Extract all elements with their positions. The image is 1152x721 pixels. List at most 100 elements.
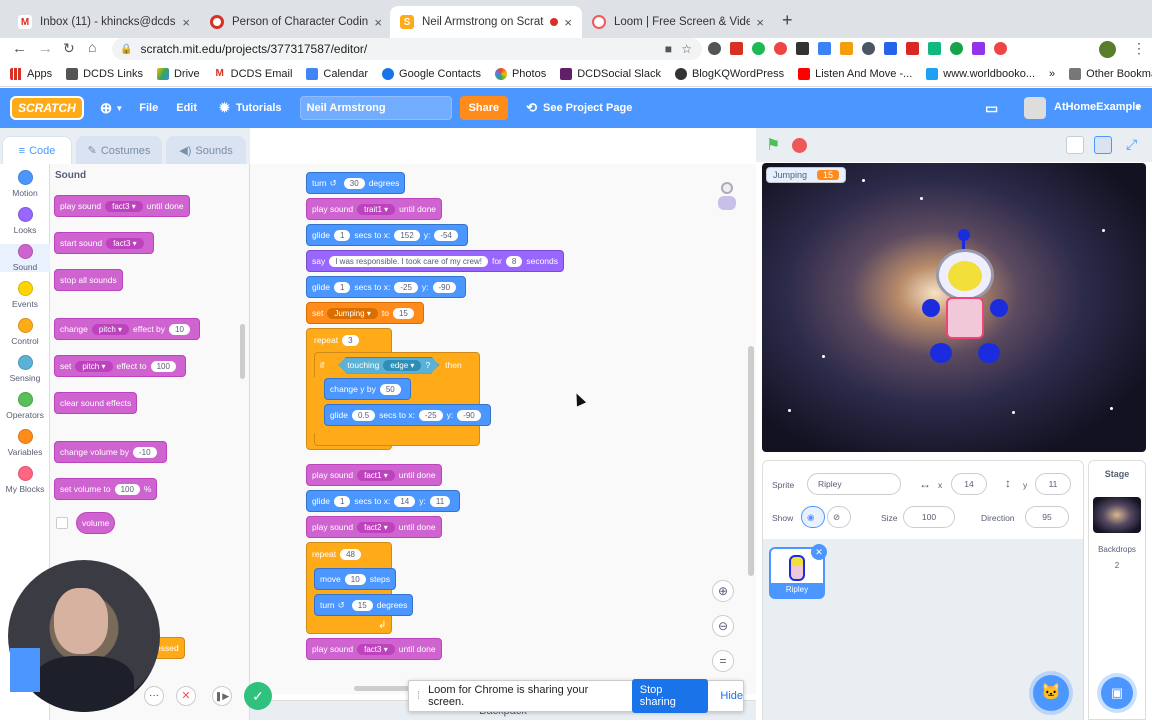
block-play-sound-fact2[interactable]: play sound fact2 ▾ until done [306,516,442,538]
hide-button[interactable]: Hide [720,690,743,702]
share-button[interactable]: Share [459,96,509,120]
back-icon[interactable]: ← [12,40,27,57]
close-icon[interactable]: × [374,15,382,30]
bookmark-apps[interactable]: Apps [10,68,52,80]
add-sprite-icon[interactable]: 🐱 [1033,675,1069,711]
category-operators[interactable]: Operators [0,392,50,420]
loom-pause-icon[interactable]: ❚▶ [212,686,232,706]
stop-sharing-button[interactable]: Stop sharing [631,679,709,713]
number-input[interactable]: 11 [429,495,451,507]
extension-icon[interactable] [994,42,1007,55]
block-touching[interactable]: touching edge ▾? [338,357,439,374]
number-input[interactable]: -90 [457,409,481,421]
category-variables[interactable]: Variables [0,429,50,457]
close-icon[interactable]: × [182,15,190,30]
number-input[interactable]: -25 [419,409,443,421]
bookmark-worldbook[interactable]: www.worldbooko... [926,68,1035,80]
tab-sounds[interactable]: ◀) Sounds [166,136,246,164]
bookmark-blog[interactable]: BlogKQWordPress [674,68,784,80]
x-input[interactable]: 14 [951,473,987,495]
block-play-sound-fact1[interactable]: play sound fact1 ▾ until done [306,464,442,486]
stop-icon[interactable] [792,138,807,153]
tab-costumes[interactable]: ✎ Costumes [76,136,162,164]
show-hidden-button[interactable]: ⊘ [827,506,851,528]
number-input[interactable]: 8 [505,255,523,267]
palette-reporter-volume[interactable]: volume [76,512,116,534]
sound-dropdown[interactable]: fact3 ▾ [357,643,395,655]
loom-cancel-icon[interactable]: ✕ [176,686,196,706]
sound-dropdown[interactable]: fact2 ▾ [357,521,395,533]
palette-scrollbar[interactable] [240,324,245,379]
close-icon[interactable]: × [564,15,572,30]
large-stage-icon[interactable] [1094,136,1112,154]
bookmark-photos[interactable]: Photos [494,68,546,80]
palette-block-stop-all-sounds[interactable]: stop all sounds [54,269,123,291]
block-play-sound-trait1[interactable]: play sound trait1 ▾ until done [306,198,443,220]
block-glide-4[interactable]: glide 1 secs to x: 14 y: 11 [306,490,461,512]
block-turn[interactable]: turn ↺ 30 degrees [306,172,406,194]
block-glide-2[interactable]: glide 1 secs to x: -25 y: -90 [306,276,467,298]
number-input[interactable]: 100 [150,360,176,372]
loom-more-icon[interactable]: ··· [144,686,164,706]
palette-block-start-sound[interactable]: start sound fact3 ▾ [54,232,154,254]
number-input[interactable]: 0.5 [351,409,376,421]
number-input[interactable]: 1 [333,495,351,507]
extension-icon[interactable] [774,42,787,55]
palette-block-play-sound[interactable]: play sound fact3 ▾ until done [54,195,190,217]
category-motion[interactable]: Motion [0,170,50,198]
direction-input[interactable]: 95 [1025,506,1069,528]
category-sound[interactable]: Sound [0,244,50,272]
variable-dropdown[interactable]: Jumping ▾ [327,307,378,319]
bookmark-listen[interactable]: Listen And Move -... [798,68,912,80]
reload-icon[interactable]: ↻ [63,40,75,57]
delete-sprite-icon[interactable]: ✕ [811,544,827,560]
number-input[interactable]: 152 [394,229,420,241]
number-input[interactable]: 1 [333,281,351,293]
extension-icon[interactable] [884,42,897,55]
browser-tab-scratch[interactable]: S Neil Armstrong on Scratch × [390,6,582,38]
fullscreen-icon[interactable]: ⤢ [1126,136,1137,153]
show-visible-button[interactable]: ◉ [801,506,825,528]
edit-menu[interactable]: Edit [176,102,197,114]
drag-handle-icon[interactable]: ⁞ [417,690,420,702]
bookmark-slack[interactable]: DCDSocial Slack [560,68,661,80]
number-input[interactable]: 15 [392,307,414,319]
close-icon[interactable]: × [756,15,764,30]
script-scrollbar-v[interactable] [748,346,754,576]
extension-icon[interactable] [818,42,831,55]
category-my-blocks[interactable]: My Blocks [0,466,50,494]
new-tab-icon[interactable]: + [782,10,793,31]
number-input[interactable]: 50 [379,383,401,395]
kebab-menu-icon[interactable]: ⋮ [1132,40,1146,57]
number-input[interactable]: 15 [351,599,373,611]
camera-icon[interactable]: ■ [665,42,672,56]
block-turn-2[interactable]: turn ↺ 15 degrees [314,594,414,616]
extension-icon[interactable] [906,42,919,55]
green-flag-icon[interactable]: ⚑ [766,135,780,155]
number-input[interactable]: 10 [169,323,190,335]
bookmark-drive[interactable]: Drive [156,68,200,80]
extension-icon[interactable] [730,42,743,55]
block-glide-3[interactable]: glide 0.5 secs to x: -25 y: -90 [324,404,491,426]
block-set-variable[interactable]: set Jumping ▾ to 15 [306,302,424,324]
forward-icon[interactable]: → [38,40,53,57]
bookmark-other[interactable]: Other Bookmarks [1069,68,1152,80]
text-input[interactable]: I was responsible. I took care of my cre… [329,255,488,267]
category-looks[interactable]: Looks [0,207,50,235]
block-glide-1[interactable]: glide 1 secs to x: 152 y: -54 [306,224,468,246]
my-stuff-folder-icon[interactable]: ▭ [985,100,998,117]
palette-block-change-volume[interactable]: change volume by -10 [54,441,167,463]
number-input[interactable]: -10 [133,446,157,458]
extension-icon[interactable] [972,42,985,55]
sound-dropdown[interactable]: fact3 ▾ [106,237,144,249]
star-icon[interactable]: ☆ [681,42,692,56]
scratch-logo[interactable]: SCRATCH [10,96,84,120]
number-input[interactable]: -54 [434,229,458,241]
extension-icon[interactable] [950,42,963,55]
add-backdrop-icon[interactable]: ▣ [1101,677,1133,709]
bookmark-calendar[interactable]: Calendar [306,68,368,80]
block-play-sound-fact3[interactable]: play sound fact3 ▾ until done [306,638,442,660]
number-input[interactable]: 10 [344,573,366,585]
size-input[interactable]: 100 [903,506,955,528]
browser-tab-gmail[interactable]: M Inbox (11) - khincks@dcds.edu × [8,6,200,38]
